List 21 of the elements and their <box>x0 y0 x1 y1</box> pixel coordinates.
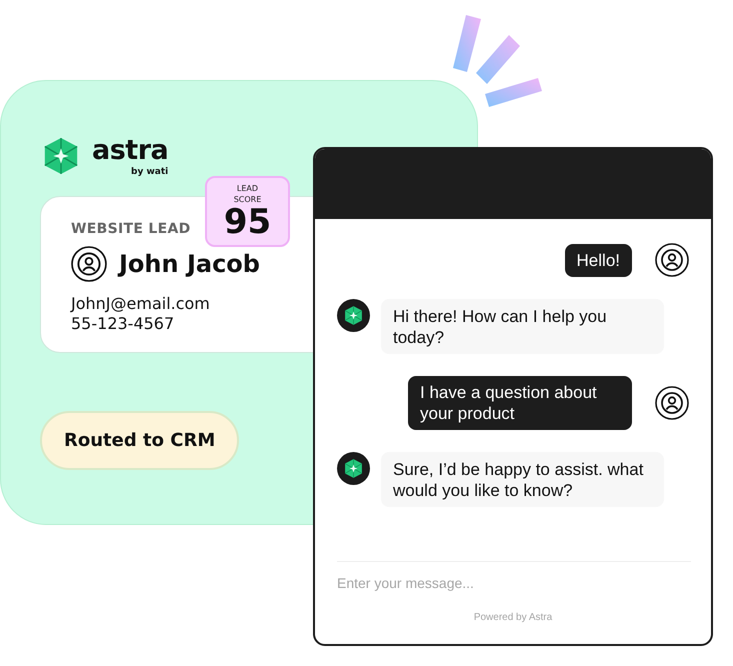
lead-phone: 55-123-4567 <box>71 314 176 334</box>
user-icon <box>655 243 689 277</box>
message-input[interactable]: Enter your message... <box>337 574 689 592</box>
hexagon-logo-icon <box>42 137 80 175</box>
user-message: I have a question about your product <box>408 376 632 430</box>
user-icon <box>71 246 107 282</box>
user-icon <box>655 386 689 420</box>
lead-label: WEBSITE LEAD <box>71 221 192 237</box>
lead-email: JohnJ@email.com <box>71 294 211 314</box>
lead-name: John Jacob <box>119 250 260 278</box>
bot-avatar-icon <box>337 452 370 485</box>
brand-name: astra <box>92 135 168 166</box>
score-value: 95 <box>224 205 272 239</box>
bot-message: Hi there! How can I help you today? <box>381 299 664 354</box>
footer-text: Powered by Astra <box>474 612 552 623</box>
brand-tagline: by wati <box>131 167 168 177</box>
bot-message: Sure, I’d be happy to assist. what would you like to know? <box>381 452 664 507</box>
bot-avatar-icon <box>337 299 370 332</box>
status-badge: Routed to CRM <box>40 411 240 470</box>
user-message: Hello! <box>564 244 632 276</box>
score-label: LEAD SCORE <box>232 183 262 205</box>
